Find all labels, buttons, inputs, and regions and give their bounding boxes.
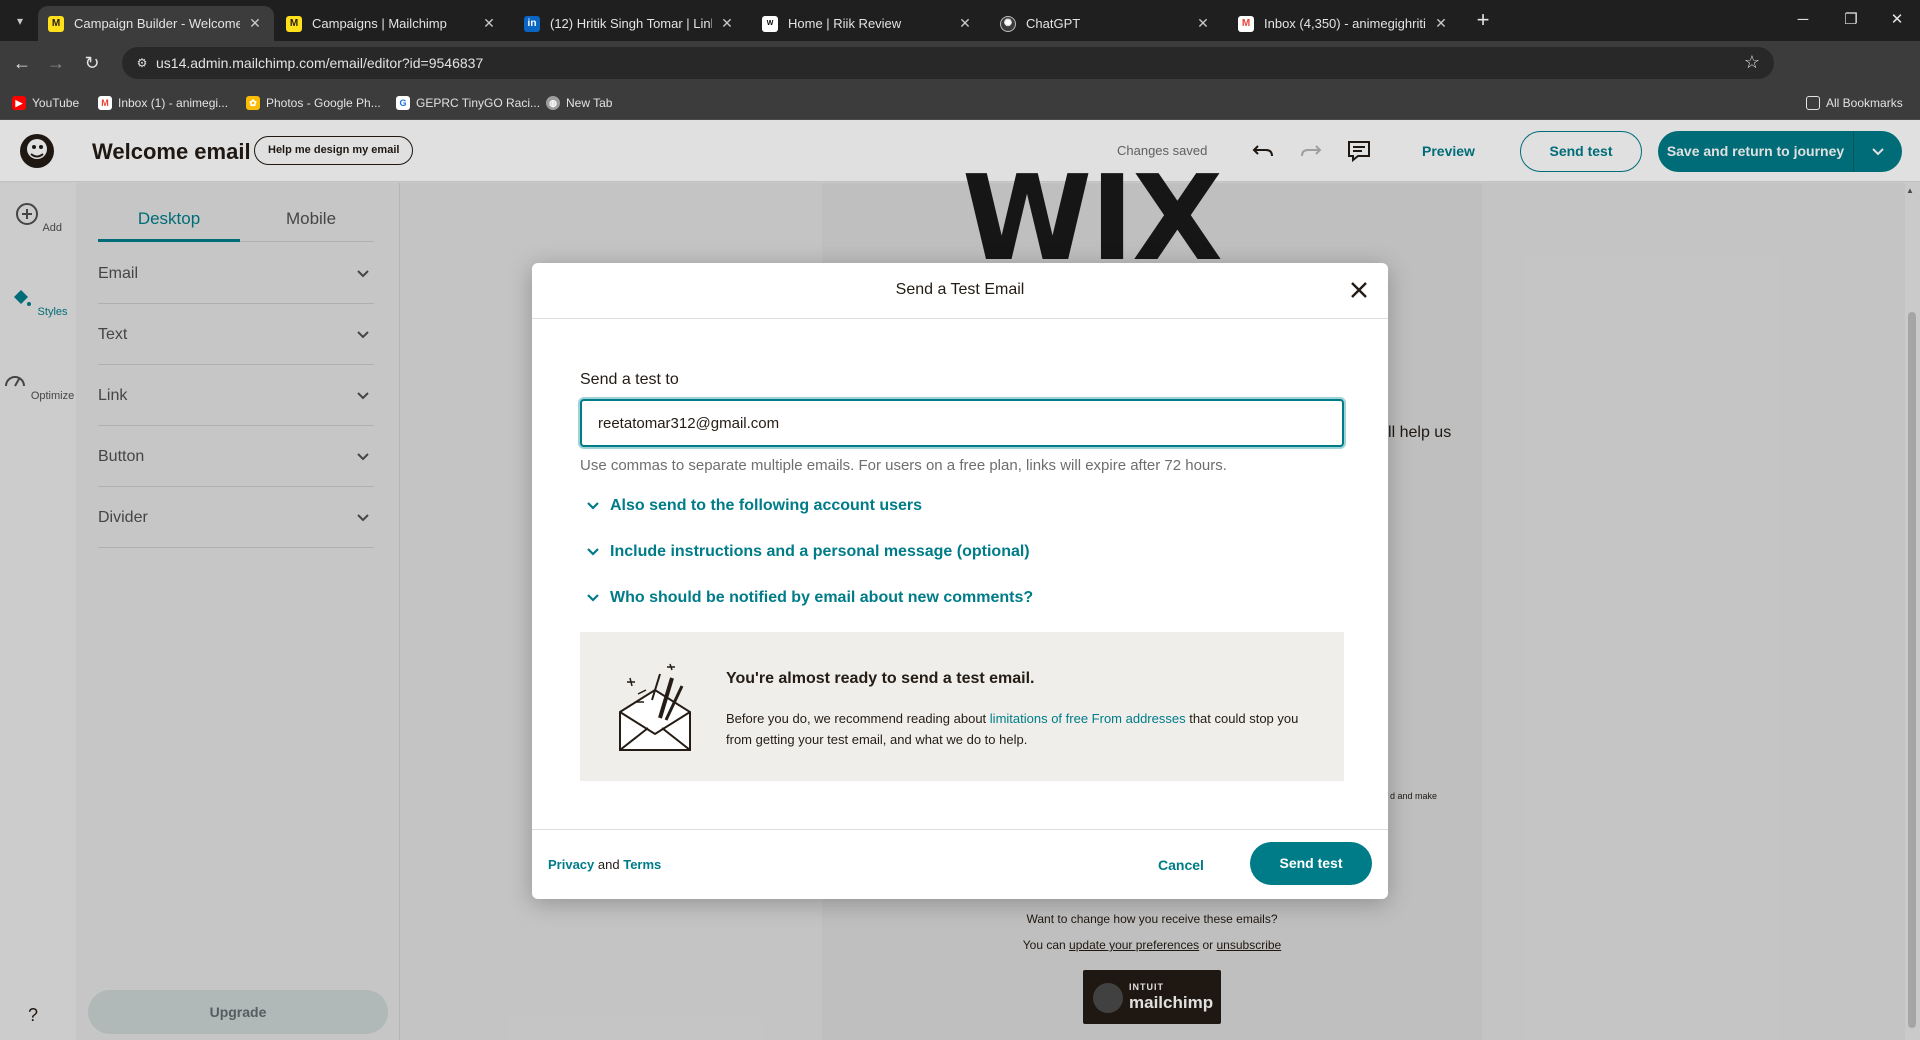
google-photos-icon: ✿ xyxy=(246,96,260,110)
gmail-icon: M xyxy=(1238,15,1254,32)
envelope-illustration-icon xyxy=(619,663,691,751)
expand-personal-message[interactable]: Include instructions and a personal mess… xyxy=(580,541,1030,563)
free-from-address-link[interactable]: limitations of free From addresses xyxy=(990,711,1186,726)
chatgpt-icon: ✺ xyxy=(1000,15,1016,32)
geprc-icon: G xyxy=(396,96,410,110)
window-close-icon[interactable]: ✕ xyxy=(1882,8,1912,32)
browser-tab-strip: ▾ M Campaign Builder - Welcome e ✕ M Cam… xyxy=(0,0,1920,41)
youtube-icon: ▶ xyxy=(12,96,26,110)
email-hint-text: Use commas to separate multiple emails. … xyxy=(580,457,1227,474)
chevron-down-icon xyxy=(587,548,599,556)
bookmarks-bar: ▶ YouTube M Inbox (1) - animegi... ✿ Photos… xyxy=(0,85,1920,120)
url-bar[interactable]: ⚙ us14.admin.mailchimp.com/email/editor?… xyxy=(122,47,1774,79)
tab-close-icon[interactable]: ✕ xyxy=(1432,15,1450,32)
legal-links: Privacy and Terms xyxy=(548,857,661,872)
tab-title: (12) Hritik Singh Tomar | Linked xyxy=(550,16,712,31)
cancel-button[interactable]: Cancel xyxy=(1158,857,1204,873)
tab-close-icon[interactable]: ✕ xyxy=(718,15,736,32)
bookmark-label: New Tab xyxy=(566,96,613,110)
expand-comment-notifications[interactable]: Who should be notified by email about ne… xyxy=(580,587,1033,609)
bookmark-label: YouTube xyxy=(32,96,80,110)
dialog-footer: Privacy and Terms Cancel Send test xyxy=(532,829,1388,899)
browser-tab-campaigns[interactable]: M Campaigns | Mailchimp ✕ xyxy=(276,6,508,41)
browser-tab-riik-review[interactable]: W Home | Riik Review ✕ xyxy=(752,6,984,41)
restore-icon[interactable]: ❐ xyxy=(1836,8,1866,32)
info-callout: You're almost ready to send a test email… xyxy=(580,632,1344,781)
tab-search-chevron-icon[interactable]: ▾ xyxy=(8,9,32,33)
tab-close-icon[interactable]: ✕ xyxy=(956,15,974,32)
reload-icon[interactable]: ↻ xyxy=(80,51,104,75)
send-test-button[interactable]: Send test xyxy=(1250,842,1372,885)
tab-close-icon[interactable]: ✕ xyxy=(480,15,498,32)
tab-title: Inbox (4,350) - animegighritik@ xyxy=(1264,16,1426,31)
privacy-link[interactable]: Privacy xyxy=(548,857,594,872)
tab-close-icon[interactable]: ✕ xyxy=(246,15,264,32)
bookmark-google-photos[interactable]: ✿ Photos - Google Ph... xyxy=(246,93,381,113)
tab-close-icon[interactable]: ✕ xyxy=(1194,15,1212,32)
tab-title: Home | Riik Review xyxy=(788,16,902,31)
minimize-icon[interactable]: ─ xyxy=(1788,8,1818,32)
close-icon[interactable] xyxy=(1348,279,1370,301)
bookmark-geprc[interactable]: G GEPRC TinyGO Raci... xyxy=(396,93,540,113)
expand-account-users[interactable]: Also send to the following account users xyxy=(580,495,922,517)
back-icon[interactable]: ← xyxy=(10,51,34,75)
gmail-icon: M xyxy=(98,96,112,110)
wix-icon: W xyxy=(762,15,778,32)
info-text: Before you do, we recommend reading abou… xyxy=(726,708,1316,750)
tab-title: ChatGPT xyxy=(1026,16,1081,31)
browser-tab-gmail[interactable]: M Inbox (4,350) - animegighritik@ ✕ xyxy=(1228,6,1460,41)
dialog-title: Send a Test Email xyxy=(895,281,1025,298)
mailchimp-icon: M xyxy=(286,15,302,32)
legal-and-text: and xyxy=(597,857,620,872)
bookmark-label: Inbox (1) - animegi... xyxy=(118,96,229,110)
expander-label: Include instructions and a personal mess… xyxy=(610,543,1030,560)
linkedin-icon: in xyxy=(524,15,540,32)
bookmark-label: GEPRC TinyGO Raci... xyxy=(416,96,541,110)
browser-tab-campaign-builder[interactable]: M Campaign Builder - Welcome e ✕ xyxy=(38,6,274,41)
terms-link[interactable]: Terms xyxy=(623,857,661,872)
all-bookmarks[interactable]: All Bookmarks xyxy=(1806,93,1903,113)
bookmark-youtube[interactable]: ▶ YouTube xyxy=(12,93,79,113)
all-bookmarks-label: All Bookmarks xyxy=(1826,96,1903,110)
folder-icon xyxy=(1806,96,1820,110)
bookmark-inbox[interactable]: M Inbox (1) - animegi... xyxy=(98,93,228,113)
new-tab-icon[interactable]: + xyxy=(1470,8,1496,34)
send-test-dialog: Send a Test Email Send a test to Use com… xyxy=(532,263,1388,899)
tab-title: Campaign Builder - Welcome e xyxy=(74,16,240,31)
globe-icon: ◍ xyxy=(546,96,560,110)
mailchimp-icon: M xyxy=(48,15,64,32)
info-text-part: Before you do, we recommend reading abou… xyxy=(726,711,987,726)
test-email-input[interactable] xyxy=(580,399,1344,447)
address-toolbar: ← → ↻ ⚙ us14.admin.mailchimp.com/email/e… xyxy=(0,41,1920,112)
browser-tab-chatgpt[interactable]: ✺ ChatGPT ✕ xyxy=(990,6,1222,41)
bookmark-star-icon[interactable]: ☆ xyxy=(1744,52,1760,73)
browser-tab-linkedin[interactable]: in (12) Hritik Singh Tomar | Linked ✕ xyxy=(514,6,746,41)
url-text[interactable]: us14.admin.mailchimp.com/email/editor?id… xyxy=(156,55,483,71)
info-title: You're almost ready to send a test email… xyxy=(726,670,1035,687)
dialog-header: Send a Test Email xyxy=(532,263,1388,319)
chevron-down-icon xyxy=(587,502,599,510)
site-info-icon[interactable]: ⚙ xyxy=(134,55,150,71)
bookmark-new-tab[interactable]: ◍ New Tab xyxy=(546,93,612,113)
forward-icon[interactable]: → xyxy=(44,51,68,75)
send-to-label: Send a test to xyxy=(580,371,679,388)
expander-label: Who should be notified by email about ne… xyxy=(610,589,1034,606)
expander-label: Also send to the following account users xyxy=(610,497,923,514)
chevron-down-icon xyxy=(587,594,599,602)
bookmark-label: Photos - Google Ph... xyxy=(266,96,381,110)
tab-title: Campaigns | Mailchimp xyxy=(312,16,447,31)
